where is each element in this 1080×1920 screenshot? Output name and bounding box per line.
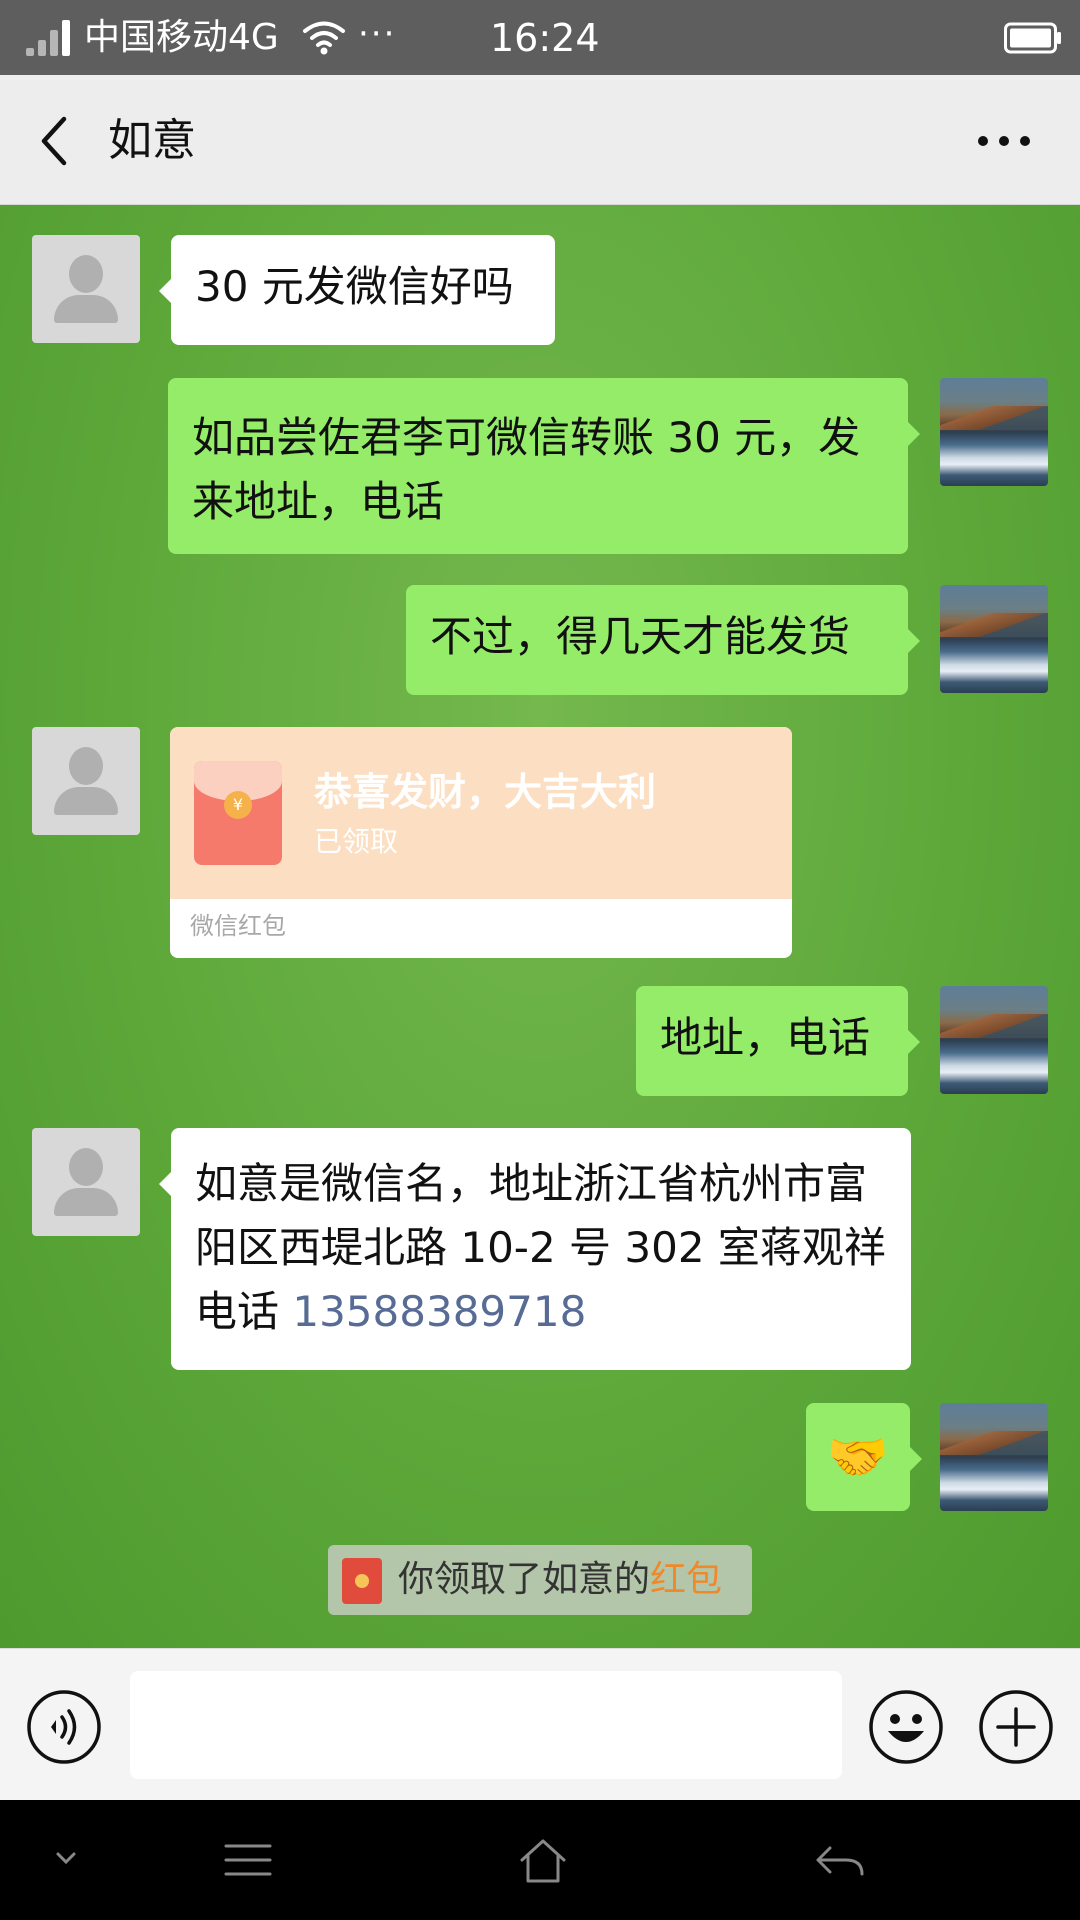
menu-icon[interactable] xyxy=(222,1838,274,1882)
my-avatar[interactable] xyxy=(940,986,1048,1094)
message-bubble-sent[interactable]: 地址，电话 xyxy=(636,986,920,1096)
signal-icon xyxy=(26,20,74,56)
input-toolbar xyxy=(0,1648,1080,1800)
message-bubble-sent[interactable]: 不过，得几天才能发货 xyxy=(406,585,920,695)
contact-avatar[interactable] xyxy=(32,235,140,343)
system-navigation-bar xyxy=(0,1800,1080,1920)
message-text: 30 元发微信好吗 xyxy=(195,262,514,311)
message-text: 不过，得几天才能发货 xyxy=(430,612,851,661)
red-packet-title: 恭喜发财，大吉大利 xyxy=(314,770,657,814)
red-envelope-icon xyxy=(342,1558,382,1604)
contact-avatar[interactable] xyxy=(32,1128,140,1236)
back-icon[interactable] xyxy=(814,1838,866,1882)
status-more-indicator: ··· xyxy=(358,14,397,54)
battery-icon xyxy=(1004,22,1061,54)
plus-icon[interactable] xyxy=(978,1689,1054,1765)
home-icon[interactable] xyxy=(518,1838,568,1884)
system-notice: 你领取了如意的红包 xyxy=(328,1545,752,1615)
chat-title: 如意 xyxy=(108,115,196,166)
red-packet-card[interactable]: ¥ 恭喜发财，大吉大利 已领取 微信红包 xyxy=(170,727,792,958)
message-input[interactable] xyxy=(130,1671,842,1779)
chat-message-list[interactable]: 30 元发微信好吗 如品尝佐君李可微信转账 30 元，发来地址，电话 不过，得几… xyxy=(0,205,1080,1648)
red-packet-label: 微信红包 xyxy=(190,912,286,940)
my-avatar[interactable] xyxy=(940,378,1048,486)
back-arrow-icon[interactable] xyxy=(36,115,72,167)
my-avatar[interactable] xyxy=(940,1403,1048,1511)
phone-number-link[interactable]: 13588389718 xyxy=(292,1287,586,1336)
message-bubble-received[interactable]: 30 元发微信好吗 xyxy=(159,235,555,345)
my-avatar[interactable] xyxy=(940,585,1048,693)
clock: 16:24 xyxy=(490,16,600,60)
chat-header: 如意 xyxy=(0,75,1080,205)
red-packet-status: 已领取 xyxy=(314,825,399,858)
status-bar: 中国移动4G ··· 16:24 xyxy=(0,0,1080,75)
notice-text: 你领取了如意的 xyxy=(398,1559,651,1600)
chevron-down-icon[interactable] xyxy=(54,1838,78,1882)
more-options-icon[interactable] xyxy=(976,129,1032,153)
red-packet-link[interactable]: 红包 xyxy=(650,1559,722,1600)
red-envelope-icon: ¥ xyxy=(194,761,282,865)
message-text: 如品尝佐君李可微信转账 30 元，发来地址，电话 xyxy=(192,413,861,526)
message-text: 地址，电话 xyxy=(660,1013,871,1062)
handshake-icon[interactable]: 🤝 xyxy=(806,1403,922,1511)
message-bubble-sent[interactable]: 如品尝佐君李可微信转账 30 元，发来地址，电话 xyxy=(168,378,920,554)
emoji-icon[interactable] xyxy=(868,1689,944,1765)
voice-input-icon[interactable] xyxy=(26,1689,102,1765)
message-bubble-received[interactable]: 如意是微信名，地址浙江省杭州市富阳区西堤北路 10-2 号 302 室蒋观祥电话… xyxy=(159,1128,911,1370)
wifi-icon xyxy=(303,21,345,55)
contact-avatar[interactable] xyxy=(32,727,140,835)
carrier-label: 中国移动4G xyxy=(84,17,279,58)
